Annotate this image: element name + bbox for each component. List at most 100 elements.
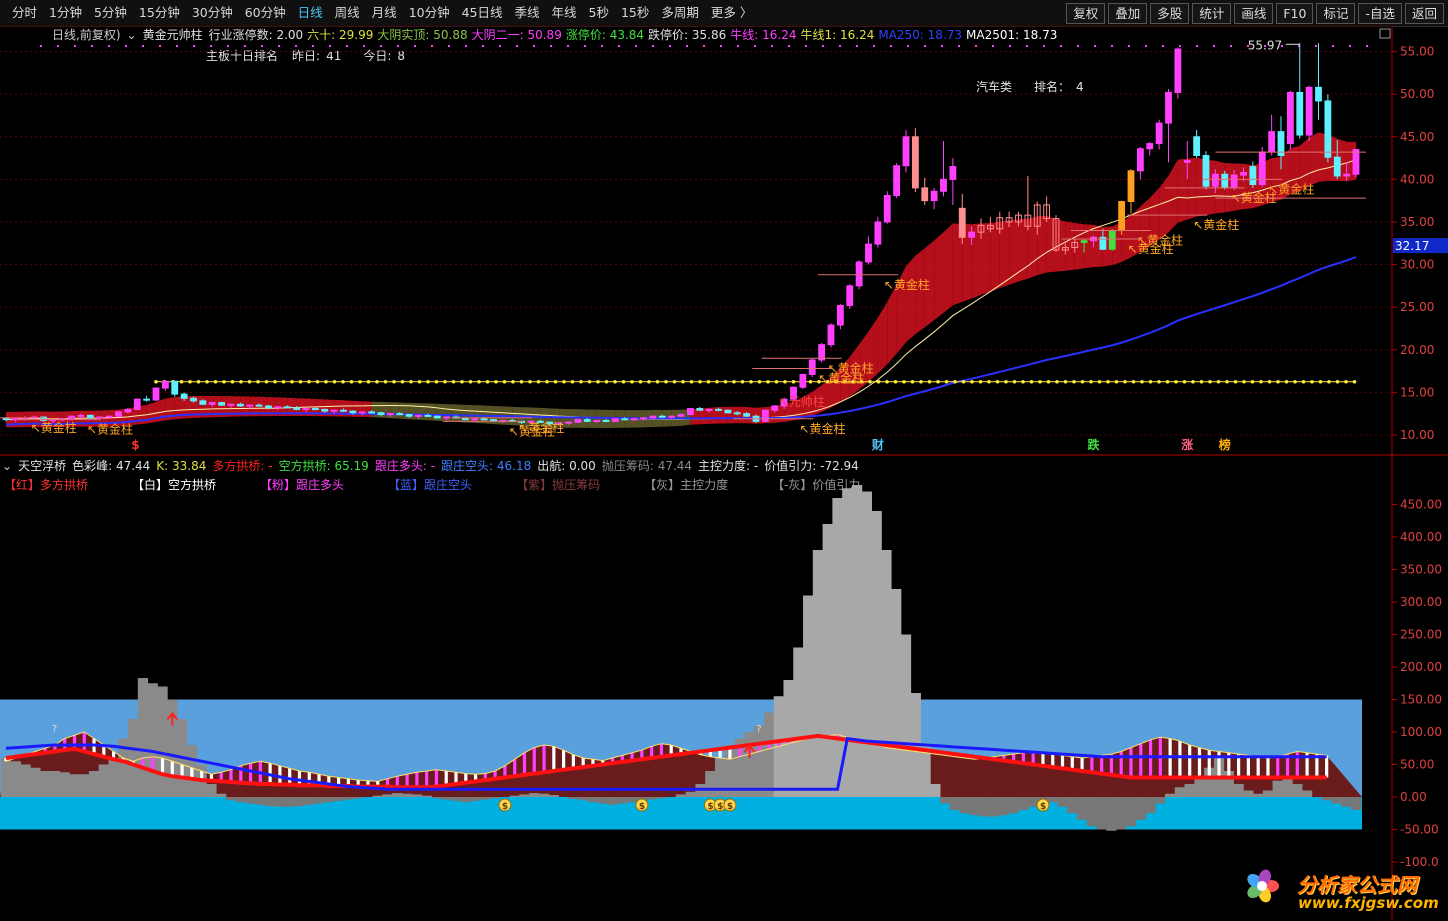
control-force-bar: [30, 767, 41, 797]
tab-12[interactable]: 年线: [546, 0, 583, 26]
control-force-bar: [489, 797, 501, 799]
tool-button-1[interactable]: 叠加: [1108, 3, 1148, 24]
top-dot-marker: [805, 45, 807, 47]
candle-body: [68, 415, 76, 420]
top-dot-marker: [873, 45, 875, 47]
tab-6[interactable]: 日线: [292, 0, 329, 26]
tool-button-8[interactable]: 返回: [1404, 3, 1444, 24]
bull-line-dot: [375, 379, 379, 384]
bridge-stripe: [816, 735, 820, 738]
main-info-item: MA2501: 18.73: [966, 28, 1057, 42]
top-dot-marker: [686, 45, 688, 47]
bull-line-dot: [783, 379, 787, 384]
bridge-stripe: [787, 739, 791, 744]
candle-body: [152, 387, 160, 401]
sector-name: 汽车类: [976, 80, 1013, 94]
control-force-bar: [793, 647, 804, 797]
tab-7[interactable]: 周线: [329, 0, 366, 26]
bull-line-dot: [358, 379, 362, 384]
control-force-bar: [264, 797, 276, 807]
bull-line-dot: [868, 379, 872, 384]
control-force-bar: [1204, 767, 1215, 797]
candle-body: [77, 414, 85, 417]
candle-body: [686, 408, 694, 416]
money-bag-symbol: $: [727, 802, 733, 812]
bull-line-dot: [545, 379, 549, 384]
tab-4[interactable]: 30分钟: [186, 0, 239, 26]
control-force-bar: [392, 793, 403, 797]
cloud-band-segment: [981, 223, 991, 295]
tab-0[interactable]: 分时: [6, 0, 43, 26]
bull-line-dot: [1089, 379, 1093, 384]
candle-body: [105, 415, 113, 418]
control-force-bar: [548, 795, 559, 797]
top-dot-marker: [822, 45, 824, 47]
tool-button-6[interactable]: 标记: [1316, 3, 1356, 24]
tab-2[interactable]: 5分钟: [88, 0, 133, 26]
tool-button-0[interactable]: 复权: [1066, 3, 1106, 24]
candle-body: [911, 136, 919, 189]
cloud-band-segment: [231, 396, 241, 417]
tab-13[interactable]: 5秒: [583, 0, 615, 26]
tool-button-4[interactable]: 画线: [1234, 3, 1274, 24]
sub-indicator-dropdown-icon[interactable]: ⌄: [2, 459, 12, 473]
bull-line-dot: [1114, 379, 1119, 384]
tab-14[interactable]: 15秒: [615, 0, 655, 26]
bull-line-dot: [978, 379, 983, 384]
tool-button-7[interactable]: -自选: [1358, 3, 1402, 24]
control-force-bar: [1301, 790, 1313, 797]
bridge-stripe: [160, 758, 165, 775]
tab-11[interactable]: 季线: [509, 0, 546, 26]
candle-body: [302, 408, 310, 411]
tab-9[interactable]: 10分钟: [403, 0, 456, 26]
cloud-band-segment: [1252, 162, 1263, 209]
main-info-label: 大阴二一:: [471, 28, 524, 42]
main-info-item: 大阴实顶: 50.88: [377, 28, 467, 42]
tool-button-5[interactable]: F10: [1276, 3, 1314, 24]
candle-body: [1155, 122, 1163, 145]
bull-line-dot: [1021, 379, 1025, 384]
bridge-stripe: [1148, 739, 1153, 778]
tab-15[interactable]: 多周期: [655, 0, 705, 26]
sub-info-item: 多方拱桥: -: [212, 459, 272, 473]
tab-3[interactable]: 15分钟: [133, 0, 186, 26]
candle-body: [1277, 131, 1285, 157]
candle-body: [1268, 131, 1276, 153]
candle-body: [161, 380, 169, 389]
cloud-band-segment: [324, 399, 335, 417]
top-dot-marker: [1213, 45, 1215, 47]
cloud-band-segment: [962, 224, 972, 302]
bridge-stripe: [659, 743, 664, 757]
indicator-dropdown-icon[interactable]: ⌄: [127, 28, 137, 42]
candle-body: [86, 414, 94, 419]
control-force-bar: [578, 797, 589, 801]
cloud-band-segment: [606, 409, 616, 429]
top-dot-marker: [1094, 45, 1096, 47]
candle-body: [368, 411, 376, 414]
cloud-band-segment: [240, 396, 250, 417]
bull-line-dot: [451, 379, 456, 384]
tab-1[interactable]: 1分钟: [43, 0, 88, 26]
sub-info-item: 空方拱桥: 65.19: [279, 459, 369, 473]
bull-line-dot: [494, 379, 498, 384]
tool-button-2[interactable]: 多股: [1150, 3, 1190, 24]
sub-info-label: 色彩峰:: [72, 459, 113, 473]
tool-button-3[interactable]: 统计: [1192, 3, 1232, 24]
panel-toggle-icon[interactable]: [1379, 28, 1391, 39]
top-dot-marker: [839, 45, 841, 47]
golden-bar-label: ↖黄金柱: [800, 421, 846, 436]
tab-16[interactable]: 更多 〉: [705, 0, 758, 26]
tab-10[interactable]: 45日线: [456, 0, 509, 26]
sub-info-value: -72.94: [816, 459, 859, 473]
control-force-bar: [803, 595, 814, 797]
tab-5[interactable]: 60分钟: [239, 0, 292, 26]
tab-8[interactable]: 月线: [366, 0, 403, 26]
cloud-band-segment: [671, 409, 681, 427]
indicator-name: 黄金元帅柱: [142, 28, 203, 42]
bull-line-dot: [953, 379, 957, 384]
control-force-bar: [1086, 797, 1098, 827]
sub-tick-label: 50.00: [1400, 758, 1434, 772]
bull-line-dot: [477, 379, 481, 384]
top-dot-marker: [1349, 45, 1351, 47]
bridge-stripe: [1256, 756, 1260, 778]
